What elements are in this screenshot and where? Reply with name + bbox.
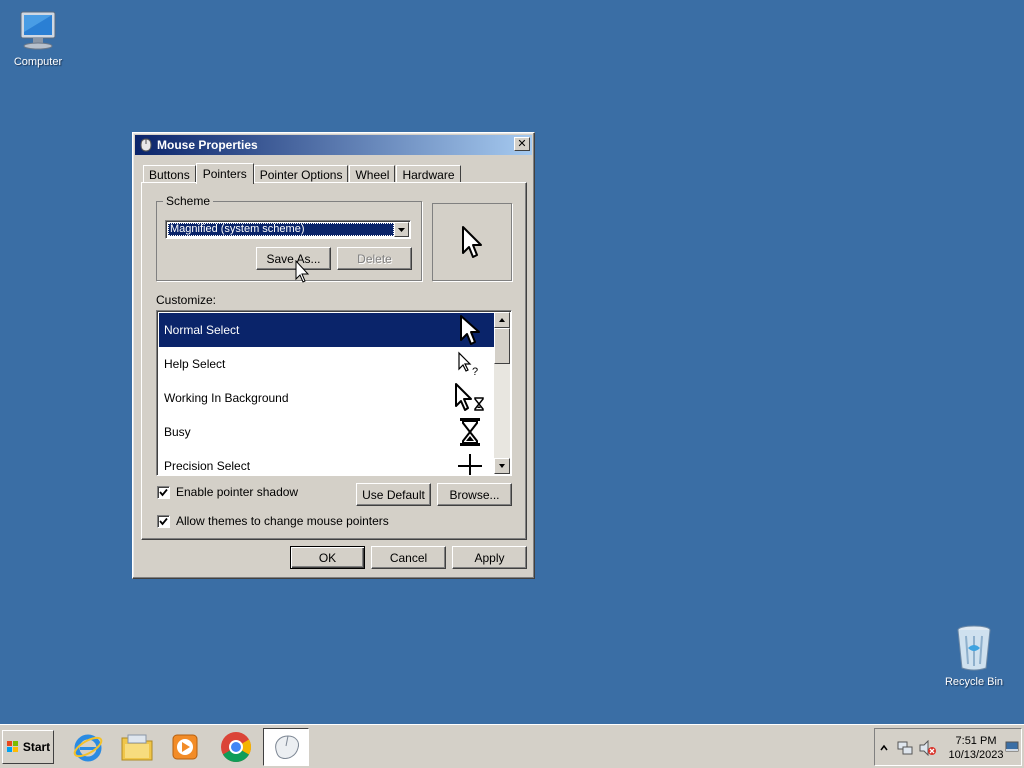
checkbox-label: Enable pointer shadow [176, 485, 299, 499]
explorer-icon [121, 734, 153, 761]
show-desktop-icon[interactable] [1005, 741, 1019, 753]
list-item-normal-select[interactable]: Normal Select [159, 313, 494, 347]
list-item-precision-select[interactable]: Precision Select [159, 449, 494, 475]
svg-text:?: ? [472, 366, 478, 377]
cursor-list[interactable]: Normal Select Help Select ? Working In B… [156, 310, 512, 476]
clock[interactable]: 7:51 PM 10/13/2023 [947, 734, 1005, 762]
scheme-selected-value: Magnified (system scheme) [168, 223, 394, 236]
chevron-up-icon [499, 318, 505, 322]
hourglass-icon [450, 415, 490, 449]
check-icon [159, 488, 168, 496]
tab-strip: Buttons Pointers Pointer Options Wheel H… [143, 163, 462, 184]
mouse-icon [140, 138, 152, 152]
check-icon [159, 517, 168, 525]
help-cursor-icon: ? [450, 347, 490, 381]
scheme-group-label: Scheme [163, 194, 214, 208]
desktop-icon-label: Computer [13, 56, 63, 68]
list-item-label: Help Select [164, 357, 226, 371]
scheme-select[interactable]: Magnified (system scheme) [165, 220, 411, 239]
working-cursor-icon [450, 381, 490, 415]
list-item-busy[interactable]: Busy [159, 415, 494, 449]
cursor-preview [432, 203, 512, 281]
checkbox-box[interactable] [157, 514, 170, 528]
title-bar[interactable]: Mouse Properties ✕ [135, 135, 532, 155]
network-icon[interactable] [897, 740, 913, 756]
cancel-button[interactable]: Cancel [371, 546, 446, 569]
scroll-up-button[interactable] [494, 312, 510, 328]
recycle-bin-icon [957, 625, 991, 671]
system-tray: 7:51 PM 10/13/2023 [874, 728, 1022, 766]
scroll-down-button[interactable] [494, 458, 510, 474]
start-label: Start [22, 740, 51, 754]
media-player-icon [172, 734, 198, 760]
chevron-down-icon [499, 464, 505, 468]
list-item-label: Precision Select [164, 459, 251, 473]
volume-muted-icon[interactable] [919, 740, 937, 756]
customize-label: Customize: [156, 293, 217, 307]
arrow-cursor-icon [462, 226, 482, 258]
taskbar-internet-explorer[interactable] [65, 728, 111, 766]
delete-button[interactable]: Delete [337, 247, 412, 270]
taskbar: Start 7:51 PM 10/13/2023 [0, 724, 1024, 768]
chevron-up-icon[interactable] [879, 743, 889, 753]
desktop-icon-label: Recycle Bin [944, 676, 1004, 688]
checkbox-label: Allow themes to change mouse pointers [176, 514, 389, 528]
mouse-properties-dialog: Mouse Properties ✕ Buttons Pointers Poin… [132, 132, 535, 579]
enable-pointer-shadow-checkbox[interactable]: Enable pointer shadow [157, 485, 298, 499]
list-item-label: Working In Background [164, 391, 289, 405]
list-item-help-select[interactable]: Help Select ? [159, 347, 494, 381]
crosshair-icon [450, 449, 490, 475]
close-button[interactable]: ✕ [514, 137, 530, 151]
start-button[interactable]: Start [2, 730, 54, 764]
chevron-down-icon [398, 228, 405, 232]
use-default-button[interactable]: Use Default [356, 483, 431, 506]
close-icon: ✕ [517, 137, 527, 150]
windows-logo-icon [6, 741, 18, 752]
list-item-label: Normal Select [164, 323, 240, 337]
mouse-icon [275, 735, 299, 759]
tab-pointer-options[interactable]: Pointer Options [253, 165, 349, 183]
save-as-button[interactable]: Save As... [256, 247, 331, 270]
dialog-title: Mouse Properties [157, 138, 258, 152]
chrome-icon [221, 732, 252, 763]
tab-buttons[interactable]: Buttons [143, 165, 196, 183]
browse-button[interactable]: Browse... [437, 483, 512, 506]
mouse-pointer-icon [295, 260, 310, 283]
apply-button[interactable]: Apply [452, 546, 527, 569]
pointers-tab-panel: Scheme Magnified (system scheme) Save As… [141, 182, 527, 540]
scheme-group: Scheme Magnified (system scheme) Save As… [156, 194, 422, 281]
taskbar-chrome[interactable] [213, 728, 259, 766]
computer-icon [20, 11, 56, 50]
tab-wheel[interactable]: Wheel [349, 165, 396, 183]
list-item-label: Busy [164, 425, 191, 439]
vertical-scrollbar[interactable] [494, 312, 510, 474]
list-item-working-in-background[interactable]: Working In Background [159, 381, 494, 415]
ok-button[interactable]: OK [290, 546, 365, 569]
scroll-thumb[interactable] [494, 328, 510, 364]
tab-hardware[interactable]: Hardware [396, 165, 461, 183]
tab-pointers[interactable]: Pointers [195, 163, 254, 184]
allow-themes-checkbox[interactable]: Allow themes to change mouse pointers [157, 514, 389, 528]
dropdown-arrow-button[interactable] [394, 222, 409, 237]
clock-date: 10/13/2023 [948, 749, 1004, 761]
ie-icon [73, 734, 103, 762]
clock-time: 7:51 PM [955, 735, 997, 747]
taskbar-file-explorer[interactable] [114, 728, 160, 766]
arrow-cursor-icon [450, 313, 490, 347]
taskbar-media-player[interactable] [162, 728, 208, 766]
checkbox-box[interactable] [157, 485, 170, 499]
desktop-icon-computer[interactable]: Computer [0, 10, 76, 68]
desktop-icon-recycle-bin[interactable]: Recycle Bin [936, 624, 1012, 688]
taskbar-mouse-properties[interactable] [263, 728, 309, 766]
